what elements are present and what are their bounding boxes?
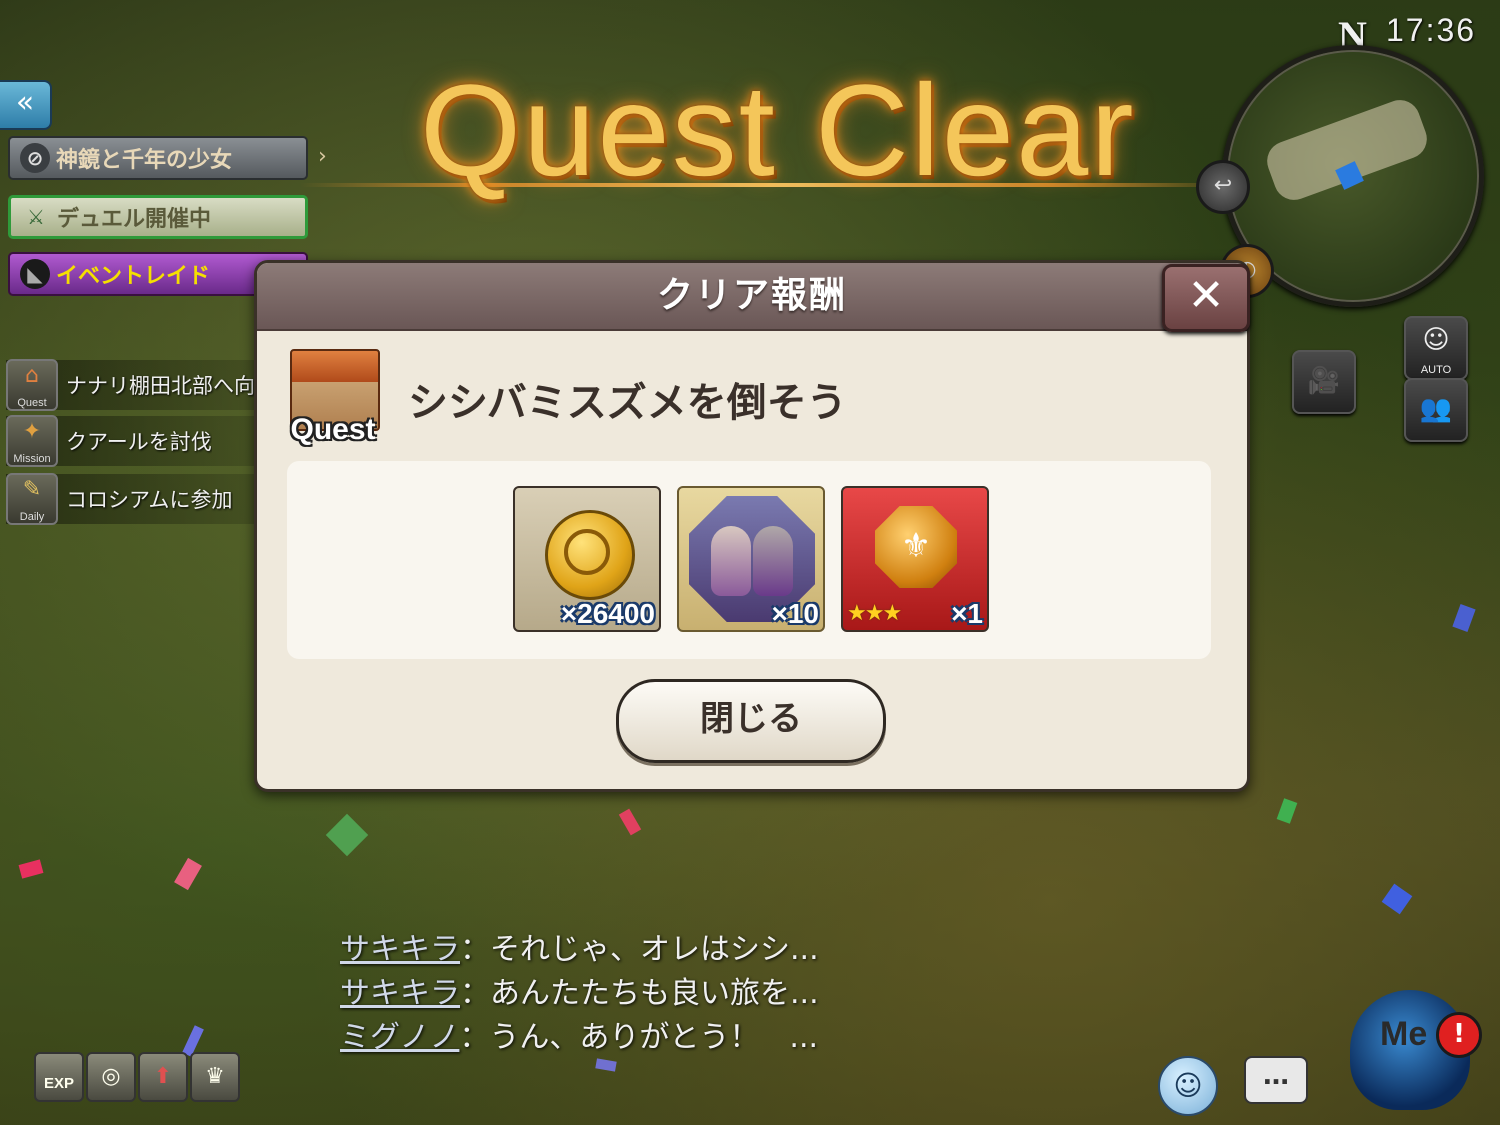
- reward-quantity: ×26400: [560, 598, 655, 629]
- story-banner-label: 神鏡と千年の少女: [56, 148, 233, 173]
- mascot-label: Me: [1380, 1015, 1428, 1053]
- crown-icon[interactable]: ♛: [190, 1052, 240, 1102]
- reward-quantity: ×10: [771, 598, 820, 629]
- confetti-piece: [18, 859, 44, 879]
- confetti-piece: [325, 813, 369, 857]
- event-raid-label: イベントレイド: [56, 264, 211, 289]
- quest-house-icon: Quest: [282, 345, 384, 447]
- daily-scroll-icon: ✎ Daily: [6, 473, 58, 525]
- confetti-piece: [618, 808, 642, 836]
- story-banner-arrow-icon: ›: [318, 144, 327, 169]
- chat-line: サキキラ：それじゃ、オレはシシ...: [340, 924, 819, 968]
- chat-line: サキキラ：あんたたちも良い旅を...: [340, 968, 819, 1012]
- map-toggle-button[interactable]: ↩: [1196, 160, 1250, 214]
- chat-speaker-link[interactable]: サキキラ: [340, 976, 460, 1011]
- gold-coin-icon: [545, 510, 635, 600]
- back-button[interactable]: «: [0, 80, 52, 130]
- medal-icon: ⚜: [875, 506, 957, 588]
- boot-boost-icon[interactable]: ⬆: [138, 1052, 188, 1102]
- cat-mask-icon: ◣: [20, 259, 50, 289]
- party-button[interactable]: 👥: [1404, 378, 1468, 442]
- duel-banner-label: デュエル開催中: [57, 207, 212, 232]
- chat-message: ：うん、ありがとう！ ...: [459, 1020, 819, 1055]
- reward-item-character[interactable]: ×10: [677, 486, 825, 632]
- crossed-swords-icon: ⚔: [27, 205, 45, 229]
- mission-row-quest[interactable]: ⌂ Quest ナナリ棚田北部へ向: [6, 359, 256, 411]
- confetti-piece: [1276, 798, 1298, 824]
- close-icon[interactable]: ✕: [1162, 264, 1250, 332]
- chat-message: ：それじゃ、オレはシシ...: [460, 932, 819, 967]
- mission-beast-icon: ✦ Mission: [6, 415, 58, 467]
- compass-icon: ⊘: [20, 143, 50, 173]
- confetti-piece: [1452, 603, 1476, 633]
- chat-message: ：あんたたちも良い旅を...: [460, 976, 819, 1011]
- reward-item-medal[interactable]: ⚜ ★★★ ×1: [841, 486, 989, 632]
- chat-speaker-link[interactable]: ミグノノ: [340, 1020, 459, 1055]
- mission-text: クアールを討伐: [66, 430, 212, 454]
- quest-name: シシバミスズメを倒そう: [408, 380, 847, 426]
- gil-boost-icon[interactable]: ◎: [86, 1052, 136, 1102]
- quest-house-icon: ⌂ Quest: [6, 359, 58, 411]
- rarity-stars: ★★★: [847, 601, 902, 626]
- reward-item-gil[interactable]: ×26400: [513, 486, 661, 632]
- dialog-title: クリア報酬: [656, 275, 847, 316]
- clock-time: 17:36: [1386, 12, 1477, 48]
- auto-person-icon: ☺: [1422, 325, 1450, 355]
- confetti-piece: [1381, 883, 1413, 915]
- quest-clear-title: Quest Clear: [420, 57, 1136, 203]
- quest-icon-label: Quest: [290, 413, 376, 446]
- exp-boost-icon[interactable]: EXP: [34, 1052, 84, 1102]
- chat-bubble-icon[interactable]: …: [1244, 1056, 1308, 1104]
- alert-badge: !: [1436, 1012, 1482, 1058]
- duel-banner[interactable]: ⚔ デュエル開催中: [8, 195, 308, 239]
- confetti-piece: [595, 1058, 617, 1072]
- chat-line: ミグノノ：うん、ありがとう！ ...: [340, 1012, 818, 1056]
- close-button[interactable]: 閉じる: [616, 679, 886, 763]
- reward-quantity: ×1: [951, 598, 983, 629]
- mission-row-daily[interactable]: ✎ Daily コロシアムに参加: [6, 473, 256, 525]
- story-banner[interactable]: ⊘ 神鏡と千年の少女: [8, 136, 308, 180]
- mission-text: ナナリ棚田北部へ向: [66, 374, 255, 398]
- camera-button[interactable]: 🎥: [1292, 350, 1356, 414]
- emote-icon[interactable]: ☺: [1158, 1056, 1218, 1116]
- auto-label: AUTO: [1420, 364, 1452, 376]
- auto-battle-button[interactable]: ☺ AUTO: [1404, 316, 1468, 380]
- party-members-icon: 👥: [1419, 394, 1453, 424]
- confetti-piece: [174, 857, 202, 891]
- camera-icon: 🎥: [1307, 366, 1341, 396]
- chat-speaker-link[interactable]: サキキラ: [340, 932, 460, 967]
- mission-row-mission[interactable]: ✦ Mission クアールを討伐: [6, 415, 256, 467]
- mission-text: コロシアムに参加: [66, 488, 233, 512]
